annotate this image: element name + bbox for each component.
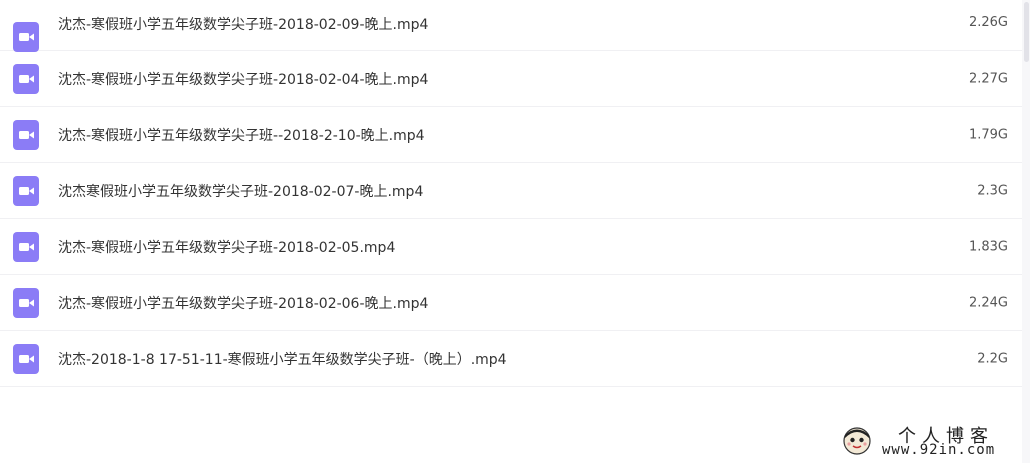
file-name[interactable]: 沈杰-寒假班小学五年级数学尖子班-2018-02-06-晚上.mp4 <box>58 293 428 313</box>
mascot-icon <box>843 427 871 455</box>
file-row[interactable]: 沈杰-寒假班小学五年级数学尖子班--2018-2-10-晚上.mp4 1.79G <box>0 107 1030 163</box>
video-file-icon <box>13 63 39 94</box>
video-file-icon <box>13 287 39 318</box>
file-size: 1.83G <box>968 239 1008 254</box>
file-size: 2.3G <box>977 183 1008 198</box>
file-name[interactable]: 沈杰-寒假班小学五年级数学尖子班--2018-2-10-晚上.mp4 <box>58 125 425 145</box>
file-name[interactable]: 沈杰-2018-1-8 17-51-11-寒假班小学五年级数学尖子班-（晚上）.… <box>58 349 507 369</box>
file-size: 2.2G <box>977 351 1008 366</box>
file-name[interactable]: 沈杰寒假班小学五年级数学尖子班-2018-02-07-晚上.mp4 <box>58 181 423 201</box>
file-size: 2.24G <box>968 295 1008 310</box>
file-list: 沈杰-寒假班小学五年级数学尖子班-2018-02-09-晚上.mp4 2.26G… <box>0 0 1030 387</box>
file-row[interactable]: 沈杰-寒假班小学五年级数学尖子班-2018-02-06-晚上.mp4 2.24G <box>0 275 1030 331</box>
file-size: 1.79G <box>968 127 1008 142</box>
file-row[interactable]: 沈杰-2018-1-8 17-51-11-寒假班小学五年级数学尖子班-（晚上）.… <box>0 331 1030 387</box>
vertical-scrollbar[interactable] <box>1022 0 1030 463</box>
file-row[interactable]: 沈杰-寒假班小学五年级数学尖子班-2018-02-05.mp4 1.83G <box>0 219 1030 275</box>
file-row[interactable]: 沈杰-寒假班小学五年级数学尖子班-2018-02-04-晚上.mp4 2.27G <box>0 51 1030 107</box>
video-file-icon <box>13 22 39 52</box>
video-file-icon <box>13 119 39 150</box>
file-name[interactable]: 沈杰-寒假班小学五年级数学尖子班-2018-02-05.mp4 <box>58 237 395 257</box>
video-file-icon <box>13 175 39 206</box>
file-row[interactable]: 沈杰-寒假班小学五年级数学尖子班-2018-02-09-晚上.mp4 2.26G <box>0 0 1030 52</box>
file-size: 2.26G <box>968 15 1008 30</box>
watermark: 个人博客 www.92in.com <box>842 420 1027 462</box>
scrollbar-thumb[interactable] <box>1024 2 1029 62</box>
file-size: 2.27G <box>968 71 1008 86</box>
watermark-url: www.92in.com <box>882 442 996 458</box>
file-row[interactable]: 沈杰寒假班小学五年级数学尖子班-2018-02-07-晚上.mp4 2.3G <box>0 163 1030 219</box>
file-name[interactable]: 沈杰-寒假班小学五年级数学尖子班-2018-02-09-晚上.mp4 <box>58 14 428 34</box>
file-name[interactable]: 沈杰-寒假班小学五年级数学尖子班-2018-02-04-晚上.mp4 <box>58 69 428 89</box>
video-file-icon <box>13 343 39 374</box>
video-file-icon <box>13 231 39 262</box>
